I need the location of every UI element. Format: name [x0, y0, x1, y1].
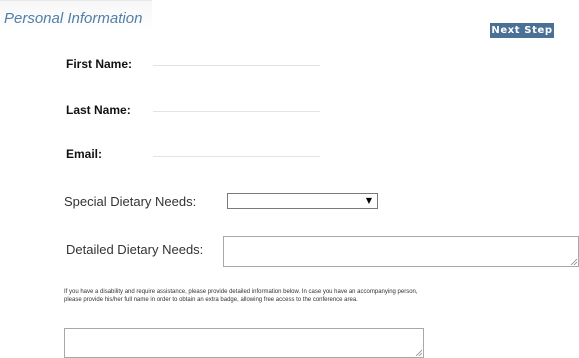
- assistance-textarea[interactable]: [64, 328, 424, 358]
- email-label: Email:: [66, 147, 103, 161]
- first-name-label: First Name:: [66, 57, 133, 71]
- last-name-label: Last Name:: [66, 103, 131, 117]
- caret-down-icon: ▼: [365, 196, 372, 205]
- next-step-button[interactable]: Next Step: [490, 23, 554, 38]
- detailed-dietary-label: Detailed Dietary Needs:: [66, 242, 204, 257]
- special-dietary-select[interactable]: ▼: [227, 193, 378, 209]
- special-dietary-label: Special Dietary Needs:: [64, 194, 197, 209]
- first-name-input[interactable]: [153, 51, 320, 66]
- detailed-dietary-textarea[interactable]: [223, 236, 579, 267]
- assistance-notice-line-1: If you have a disability and require ass…: [64, 289, 418, 295]
- last-name-input[interactable]: [153, 97, 320, 112]
- section-title: Personal Information: [4, 10, 143, 27]
- assistance-notice-line-2: please provide his/her full name in orde…: [64, 296, 358, 303]
- resize-grip-icon[interactable]: [570, 258, 577, 265]
- assistance-notice: If you have a disability and require ass…: [64, 289, 534, 304]
- email-input[interactable]: [153, 142, 320, 157]
- resize-grip-icon[interactable]: [415, 349, 422, 356]
